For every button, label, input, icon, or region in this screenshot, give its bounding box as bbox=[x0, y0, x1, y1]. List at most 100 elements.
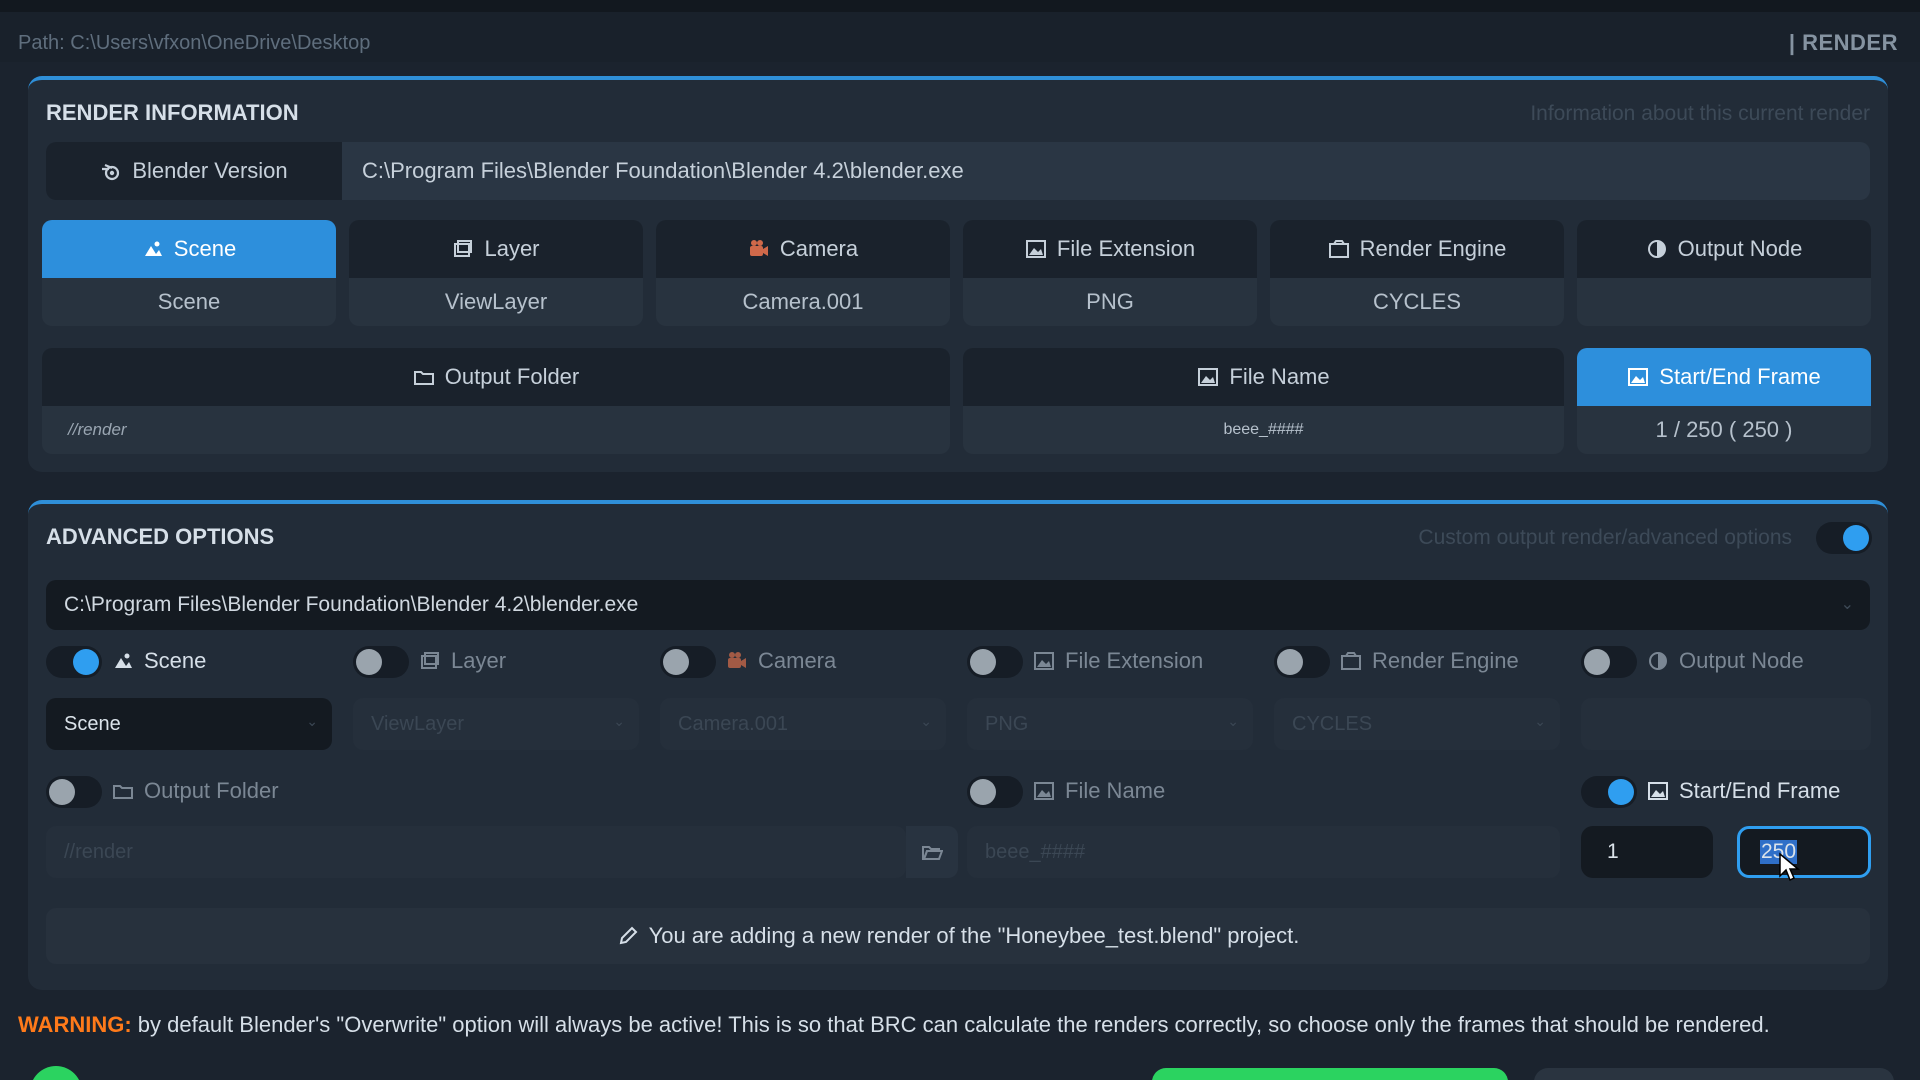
blender-path-select[interactable]: C:\Program Files\Blender Foundation\Blen… bbox=[46, 580, 1870, 630]
image-icon bbox=[1197, 366, 1219, 388]
toggle-knob bbox=[1584, 649, 1610, 675]
card-camera[interactable]: Camera Camera.001 bbox=[656, 220, 950, 326]
file-name-toggle[interactable] bbox=[967, 776, 1023, 808]
warning-prefix: WARNING: bbox=[18, 1012, 132, 1037]
output-node-toggle[interactable] bbox=[1581, 646, 1637, 678]
toggle-knob bbox=[1608, 779, 1634, 805]
card-label: Camera bbox=[779, 236, 859, 261]
card-label: File Name bbox=[1229, 364, 1330, 389]
file-extension-toggle[interactable] bbox=[967, 646, 1023, 678]
toggle-knob bbox=[1277, 649, 1303, 675]
card-output-node-header: Output Node bbox=[1577, 220, 1871, 278]
warning-text: by default Blender's "Overwrite" option … bbox=[131, 1012, 1770, 1037]
mouse-cursor-icon bbox=[1779, 852, 1801, 882]
file-extension-option-label: File Extension bbox=[1033, 648, 1203, 674]
card-label: File Extension bbox=[1056, 236, 1196, 261]
card-layer[interactable]: Layer ViewLayer bbox=[349, 220, 643, 326]
folder-icon bbox=[112, 780, 134, 802]
layer-toggle[interactable] bbox=[353, 646, 409, 678]
dropdown-value: Scene bbox=[64, 712, 121, 735]
card-file-name-header: File Name bbox=[963, 348, 1564, 406]
option-label-text: File Name bbox=[1065, 778, 1166, 803]
pencil-icon bbox=[617, 925, 639, 947]
input-placeholder: beee_#### bbox=[985, 840, 1086, 863]
panel-subtitle: Custom output render/advanced options bbox=[1418, 526, 1792, 549]
cancel-button[interactable] bbox=[1534, 1068, 1894, 1080]
option-label-text: Output Node bbox=[1679, 648, 1804, 673]
card-file-extension-header: File Extension bbox=[963, 220, 1257, 278]
card-start-end-frame-header: Start/End Frame bbox=[1577, 348, 1871, 406]
chevron-down-icon: ⌄ bbox=[1227, 713, 1239, 729]
output-node-option-label: Output Node bbox=[1647, 648, 1804, 674]
folder-icon bbox=[413, 366, 435, 388]
dropdown-value: ViewLayer bbox=[371, 712, 465, 735]
blender-version-button[interactable]: Blender Version bbox=[46, 142, 342, 200]
toggle-knob bbox=[663, 649, 689, 675]
start-frame-input[interactable]: 1 bbox=[1581, 826, 1713, 878]
camera-toggle[interactable] bbox=[660, 646, 716, 678]
card-value: CYCLES bbox=[1372, 289, 1462, 314]
camera-icon bbox=[748, 238, 770, 260]
render-engine-option-label: Render Engine bbox=[1340, 648, 1519, 674]
card-output-node[interactable]: Output Node bbox=[1577, 220, 1871, 326]
layer-dropdown[interactable]: ViewLayer ⌄ bbox=[353, 698, 639, 750]
card-value: ViewLayer bbox=[444, 289, 548, 314]
blender-version-path: C:\Program Files\Blender Foundation\Blen… bbox=[362, 158, 964, 183]
info-message-text: You are adding a new render of the "Hone… bbox=[648, 923, 1300, 948]
file-name-option-label: File Name bbox=[1033, 778, 1165, 804]
file-extension-dropdown[interactable]: PNG ⌄ bbox=[967, 698, 1253, 750]
image-icon bbox=[1033, 650, 1055, 672]
render-engine-dropdown[interactable]: CYCLES ⌄ bbox=[1274, 698, 1560, 750]
toggle-knob bbox=[356, 649, 382, 675]
advanced-options-toggle[interactable] bbox=[1816, 522, 1872, 554]
dropdown-value: PNG bbox=[985, 712, 1029, 735]
output-node-dropdown[interactable] bbox=[1581, 698, 1871, 750]
scene-option-label: Scene bbox=[112, 648, 206, 674]
browse-folder-button[interactable] bbox=[906, 826, 958, 878]
scene-toggle[interactable] bbox=[46, 646, 102, 678]
camera-dropdown[interactable]: Camera.001 ⌄ bbox=[660, 698, 946, 750]
output-folder-input[interactable]: //render bbox=[46, 826, 906, 878]
card-layer-header: Layer bbox=[349, 220, 643, 278]
camera-option-label: Camera bbox=[726, 648, 836, 674]
card-file-name[interactable]: File Name beee_#### bbox=[963, 348, 1564, 454]
render-engine-toggle[interactable] bbox=[1274, 646, 1330, 678]
info-message-bar: You are adding a new render of the "Hone… bbox=[46, 908, 1870, 964]
option-label-text: Output Folder bbox=[144, 778, 279, 803]
scene-icon bbox=[112, 650, 134, 672]
card-output-folder[interactable]: Output Folder //render bbox=[42, 348, 950, 454]
input-placeholder: //render bbox=[64, 840, 133, 863]
card-start-end-frame[interactable]: Start/End Frame 1 / 250 ( 250 ) bbox=[1577, 348, 1871, 454]
card-output-folder-header: Output Folder bbox=[42, 348, 950, 406]
card-label: Output Folder bbox=[444, 364, 580, 389]
panel-title: RENDER INFORMATION bbox=[46, 100, 299, 125]
card-scene[interactable]: Scene Scene bbox=[42, 220, 336, 326]
render-engine-icon bbox=[1328, 238, 1350, 260]
scene-dropdown[interactable]: Scene ⌄ bbox=[46, 698, 332, 750]
render-engine-icon bbox=[1340, 650, 1362, 672]
card-value: beee_#### bbox=[1223, 421, 1304, 438]
layer-option-label: Layer bbox=[419, 648, 506, 674]
path-label: Path: C:\Users\vfxon\OneDrive\Desktop bbox=[18, 32, 371, 54]
warning-message: WARNING: by default Blender's "Overwrite… bbox=[18, 1012, 1770, 1038]
start-end-frame-toggle[interactable] bbox=[1581, 776, 1637, 808]
file-name-input[interactable]: beee_#### bbox=[967, 826, 1560, 878]
top-bar: Path: C:\Users\vfxon\OneDrive\Desktop | … bbox=[0, 0, 1920, 62]
add-render-button[interactable] bbox=[1152, 1068, 1508, 1080]
card-render-engine[interactable]: Render Engine CYCLES bbox=[1270, 220, 1564, 326]
blender-version-row: Blender Version C:\Program Files\Blender… bbox=[46, 142, 1870, 200]
render-information-panel: RENDER INFORMATION Information about thi… bbox=[28, 76, 1888, 472]
card-file-extension[interactable]: File Extension PNG bbox=[963, 220, 1257, 326]
card-value: //render bbox=[68, 420, 127, 439]
start-frame-value: 1 bbox=[1607, 840, 1619, 863]
output-folder-toggle[interactable] bbox=[46, 776, 102, 808]
card-label: Render Engine bbox=[1359, 236, 1507, 261]
blender-icon bbox=[100, 160, 122, 182]
card-label: Layer bbox=[484, 236, 540, 261]
advanced-options-panel: ADVANCED OPTIONS Custom output render/ad… bbox=[28, 500, 1888, 990]
section-label: | RENDER bbox=[1788, 30, 1898, 55]
folder-open-icon bbox=[921, 841, 944, 863]
image-icon bbox=[1025, 238, 1047, 260]
output-node-icon bbox=[1646, 238, 1668, 260]
end-frame-input[interactable]: 250 bbox=[1737, 826, 1871, 878]
